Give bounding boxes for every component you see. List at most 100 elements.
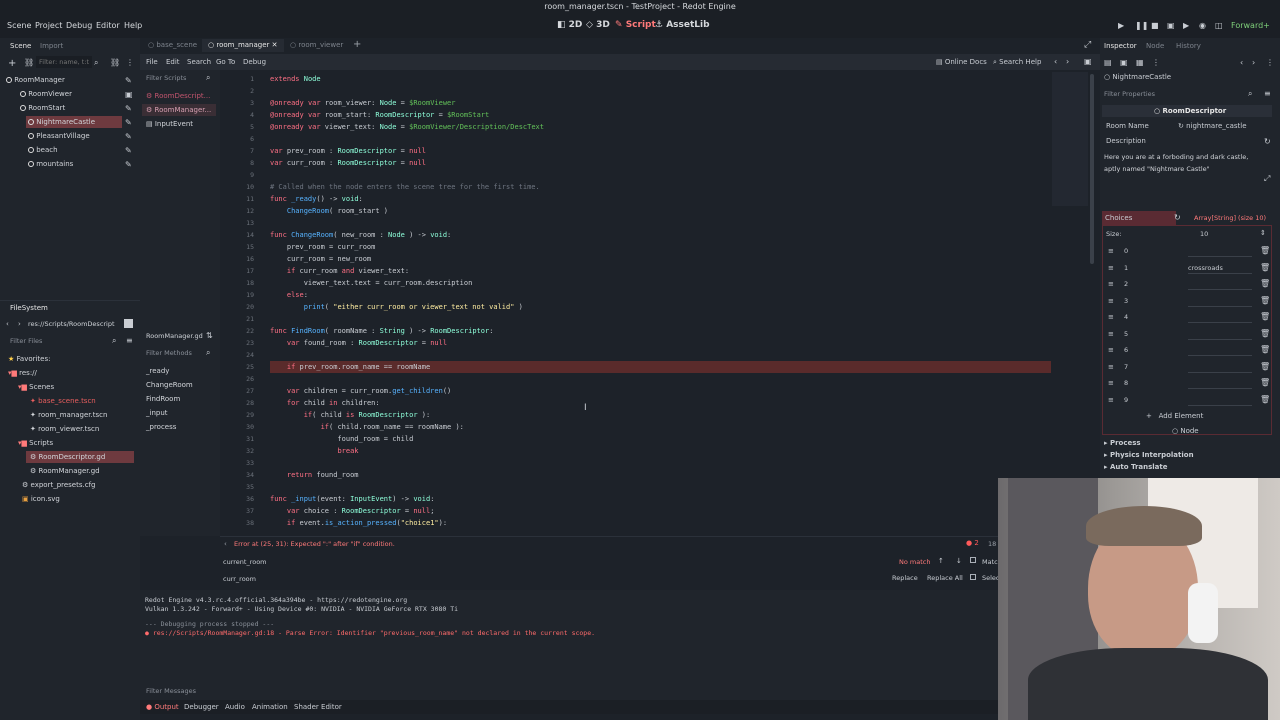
code-line[interactable]: for child in children: <box>270 397 380 409</box>
trash-icon[interactable]: 🗑 <box>1260 246 1270 255</box>
method-ready[interactable]: _ready <box>146 367 169 375</box>
distraction-free-icon[interactable]: ⤢ <box>1084 40 1091 50</box>
prev-object-icon[interactable]: ‹ <box>1240 58 1243 67</box>
script-item-roommanager[interactable]: ⚙ RoomManager... <box>146 106 211 114</box>
vertical-scrollbar[interactable] <box>1090 74 1094 264</box>
element-value-field[interactable] <box>1188 363 1252 373</box>
drag-handle-icon[interactable]: ≡ <box>1108 330 1114 338</box>
play-icon[interactable]: ▶ <box>1118 21 1127 30</box>
tab-history[interactable]: History <box>1176 42 1201 50</box>
tab-base-scene[interactable]: ○ base_scene <box>148 41 197 49</box>
code-line[interactable]: var curr_room : RoomDescriptor = null <box>270 157 426 169</box>
choices-type[interactable]: Array[String] (size 10) <box>1194 214 1266 222</box>
code-line[interactable]: return found_room <box>270 469 359 481</box>
size-spinbox[interactable]: 10 <box>1200 230 1208 238</box>
forward-icon[interactable]: › <box>18 320 21 328</box>
replace-button[interactable]: Replace <box>892 574 918 582</box>
search-icon[interactable]: ⌕ <box>94 58 98 68</box>
element-value-field[interactable]: crossroads <box>1188 264 1252 274</box>
scene-node-roomviewer[interactable]: RoomViewer <box>20 90 72 98</box>
code-line[interactable]: if( child is RoomDescriptor ): <box>270 409 430 421</box>
tab-audio[interactable]: Audio <box>225 703 245 711</box>
code-editor[interactable]: 1 extends Node 2 3 @onready var room_viewer:… <box>220 70 1100 536</box>
script-icon[interactable]: ✎ <box>125 76 132 85</box>
array-element-row[interactable]: ≡ 1 crossroads 🗑 <box>1104 261 1270 275</box>
trash-icon[interactable]: 🗑 <box>1260 312 1270 321</box>
back-icon[interactable]: ‹ <box>6 320 9 328</box>
next-object-icon[interactable]: › <box>1252 58 1255 67</box>
file-roommanager-gd[interactable]: ⚙ RoomManager.gd <box>30 467 100 475</box>
element-value-field[interactable] <box>1188 297 1252 307</box>
search-help-button[interactable]: ⌕ Search Help <box>993 58 1041 67</box>
file-room-manager-tscn[interactable]: ✦ room_manager.tscn <box>30 411 107 419</box>
script-menu-edit[interactable]: Edit <box>166 58 180 66</box>
options-icon[interactable]: ≡ <box>1264 89 1271 98</box>
file-icon-svg[interactable]: ▣ icon.svg <box>22 495 60 503</box>
link-icon[interactable]: ⛓ <box>24 58 34 67</box>
code-line[interactable]: var prev_room : RoomDescriptor = null <box>270 145 426 157</box>
add-element-button[interactable]: + Add Element <box>1146 412 1203 420</box>
tab-shader-editor[interactable]: Shader Editor <box>294 703 342 711</box>
trash-icon[interactable]: 🗑 <box>1260 395 1270 404</box>
drag-handle-icon[interactable]: ≡ <box>1108 247 1114 255</box>
room-name-field[interactable]: ↻ nightmare_castle <box>1178 122 1247 130</box>
reset-icon[interactable]: ↻ <box>1174 213 1181 222</box>
array-element-row[interactable]: ≡ 4 🗑 <box>1104 310 1270 324</box>
scenes-folder[interactable]: ▾▆ Scenes <box>18 383 54 391</box>
filter-messages-input[interactable]: Filter Messages <box>146 687 196 695</box>
method-changeroom[interactable]: ChangeRoom <box>146 381 193 389</box>
trash-icon[interactable]: 🗑 <box>1260 329 1270 338</box>
drag-handle-icon[interactable]: ≡ <box>1108 313 1114 321</box>
element-value-field[interactable] <box>1188 280 1252 290</box>
trash-icon[interactable]: 🗑 <box>1260 263 1270 272</box>
output-line-4[interactable]: ● res://Scripts/RoomManager.gd:18 - Pars… <box>145 629 595 637</box>
save-resource-icon[interactable]: ▦ <box>1136 58 1144 67</box>
description-textarea[interactable]: Here you are at a forboding and dark cas… <box>1104 151 1260 175</box>
add-tab-icon[interactable]: + <box>353 39 361 50</box>
scene-node-pleasantvillage[interactable]: PleasantVillage <box>28 132 90 140</box>
expand-icon[interactable]: ⤢ <box>1264 174 1270 184</box>
replace-all-button[interactable]: Replace All <box>927 574 963 582</box>
workspace-assetlib[interactable]: ⚓ AssetLib <box>655 20 710 30</box>
element-value-field[interactable] <box>1188 330 1252 340</box>
code-line[interactable]: if curr_room and viewer_text: <box>270 265 409 277</box>
code-line[interactable]: print( "either curr_room or viewer_text … <box>270 301 523 313</box>
drag-handle-icon[interactable]: ≡ <box>1108 280 1114 288</box>
visibility-icon[interactable]: ▣ <box>125 90 133 99</box>
code-line[interactable]: if event.is_action_pressed("choice1"): <box>270 517 447 529</box>
menu-scene[interactable]: Scene <box>7 21 31 30</box>
method-process[interactable]: _process <box>146 423 176 431</box>
script-icon[interactable]: ✎ <box>125 118 132 127</box>
code-line[interactable]: @onready var room_viewer: Node = $RoomVi… <box>270 97 455 109</box>
scripts-folder[interactable]: ▾▆ Scripts <box>18 439 53 447</box>
workspace-3d[interactable]: ◇ 3D <box>586 20 610 30</box>
play-scene-icon[interactable]: ▣ <box>1167 21 1176 30</box>
menu-dots-icon[interactable]: ⋮ <box>126 58 134 67</box>
script-menu-search[interactable]: Search <box>187 58 211 66</box>
code-line[interactable]: if prev_room.room_name == roomName <box>270 361 430 373</box>
code-line[interactable]: viewer_text.text = curr_room.description <box>270 277 473 289</box>
code-line[interactable]: break <box>270 445 358 457</box>
match-case-checkbox[interactable] <box>970 557 976 563</box>
close-icon[interactable]: ✕ <box>272 41 278 49</box>
node-section-header[interactable]: ○ Node <box>1172 427 1199 435</box>
tab-debugger[interactable]: Debugger <box>184 703 219 711</box>
pause-icon[interactable]: ❚❚ <box>1135 21 1148 30</box>
scene-node-roommanager[interactable]: RoomManager <box>6 76 65 84</box>
favorites-folder[interactable]: ★ Favorites: <box>8 355 51 363</box>
tab-node[interactable]: Node <box>1146 42 1164 50</box>
inspected-object[interactable]: ○ NightmareCastle <box>1104 73 1171 81</box>
collapse-icon[interactable]: ‹ <box>224 540 227 548</box>
script-item-inputevent[interactable]: ▤ InputEvent <box>146 120 193 128</box>
drag-handle-icon[interactable]: ≡ <box>1108 346 1114 354</box>
menu-dots-icon[interactable]: ⋮ <box>1152 58 1160 67</box>
array-element-row[interactable]: ≡ 0 🗑 <box>1104 244 1270 258</box>
element-value-field[interactable] <box>1188 379 1252 389</box>
code-line[interactable]: var found_room : RoomDescriptor = null <box>270 337 447 349</box>
element-value-field[interactable] <box>1188 346 1252 356</box>
code-line[interactable]: curr_room = new_room <box>270 253 371 265</box>
layout-toggle-icon[interactable] <box>124 319 133 328</box>
sort-icon[interactable]: ⇅ <box>206 331 213 340</box>
scene-filter-input[interactable] <box>36 56 92 68</box>
array-element-row[interactable]: ≡ 5 🗑 <box>1104 327 1270 341</box>
